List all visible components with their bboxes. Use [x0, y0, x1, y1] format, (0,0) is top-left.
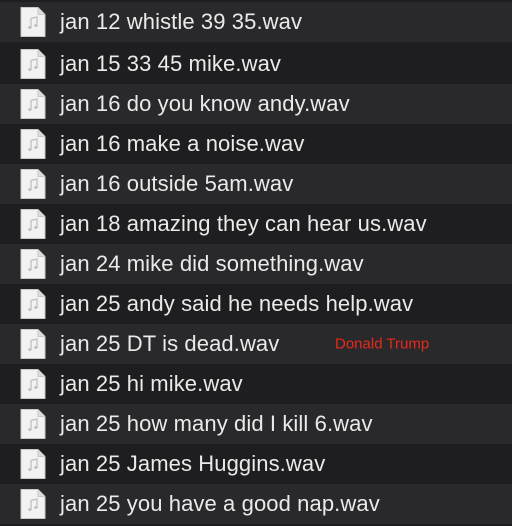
file-name: jan 25 DT is dead.wav	[60, 331, 280, 356]
file-row[interactable]: jan 25 andy said he needs help.wav	[0, 284, 512, 324]
audio-file-icon	[20, 289, 46, 319]
audio-file-icon	[20, 249, 46, 279]
audio-file-icon	[20, 209, 46, 239]
file-row[interactable]: jan 25 DT is dead.wav Donald Trump	[0, 324, 512, 364]
file-name: jan 25 hi mike.wav	[60, 371, 243, 396]
audio-file-icon	[20, 409, 46, 439]
audio-file-icon	[20, 449, 46, 479]
audio-file-icon	[20, 129, 46, 159]
file-name: jan 16 do you know andy.wav	[60, 91, 350, 116]
file-row[interactable]: jan 24 mike did something.wav	[0, 244, 512, 284]
audio-file-icon	[20, 489, 46, 519]
file-name: jan 12 whistle 39 35.wav	[60, 9, 303, 34]
file-name: jan 25 andy said he needs help.wav	[60, 291, 414, 316]
file-row[interactable]: jan 16 do you know andy.wav	[0, 84, 512, 124]
file-name: jan 25 how many did I kill 6.wav	[60, 411, 373, 436]
audio-file-icon	[20, 329, 46, 359]
file-list: jan 12 whistle 39 35.wav jan 15 33 45 mi…	[0, 0, 512, 526]
file-name: jan 25 you have a good nap.wav	[60, 491, 380, 516]
file-row[interactable]: jan 25 James Huggins.wav	[0, 444, 512, 484]
annotation-label: Donald Trump	[335, 335, 430, 353]
audio-file-icon	[20, 89, 46, 119]
file-row[interactable]: jan 16 outside 5am.wav	[0, 164, 512, 204]
file-row[interactable]: jan 25 how many did I kill 6.wav	[0, 404, 512, 444]
file-name: jan 18 amazing they can hear us.wav	[60, 211, 427, 236]
file-row[interactable]: jan 18 amazing they can hear us.wav	[0, 204, 512, 244]
audio-file-icon	[20, 7, 46, 37]
file-name: jan 16 make a noise.wav	[60, 131, 305, 156]
audio-file-icon	[20, 49, 46, 79]
audio-file-icon	[20, 169, 46, 199]
file-name: jan 16 outside 5am.wav	[60, 171, 294, 196]
file-name: jan 25 James Huggins.wav	[60, 451, 326, 476]
file-name: jan 15 33 45 mike.wav	[60, 51, 282, 76]
file-name: jan 24 mike did something.wav	[60, 251, 364, 276]
file-row[interactable]: jan 12 whistle 39 35.wav	[0, 2, 512, 42]
file-row[interactable]: jan 16 make a noise.wav	[0, 124, 512, 164]
file-row[interactable]: jan 25 you have a good nap.wav	[0, 484, 512, 524]
file-row[interactable]: jan 25 hi mike.wav	[0, 364, 512, 404]
audio-file-icon	[20, 369, 46, 399]
file-row[interactable]: jan 15 33 45 mike.wav	[0, 44, 512, 84]
